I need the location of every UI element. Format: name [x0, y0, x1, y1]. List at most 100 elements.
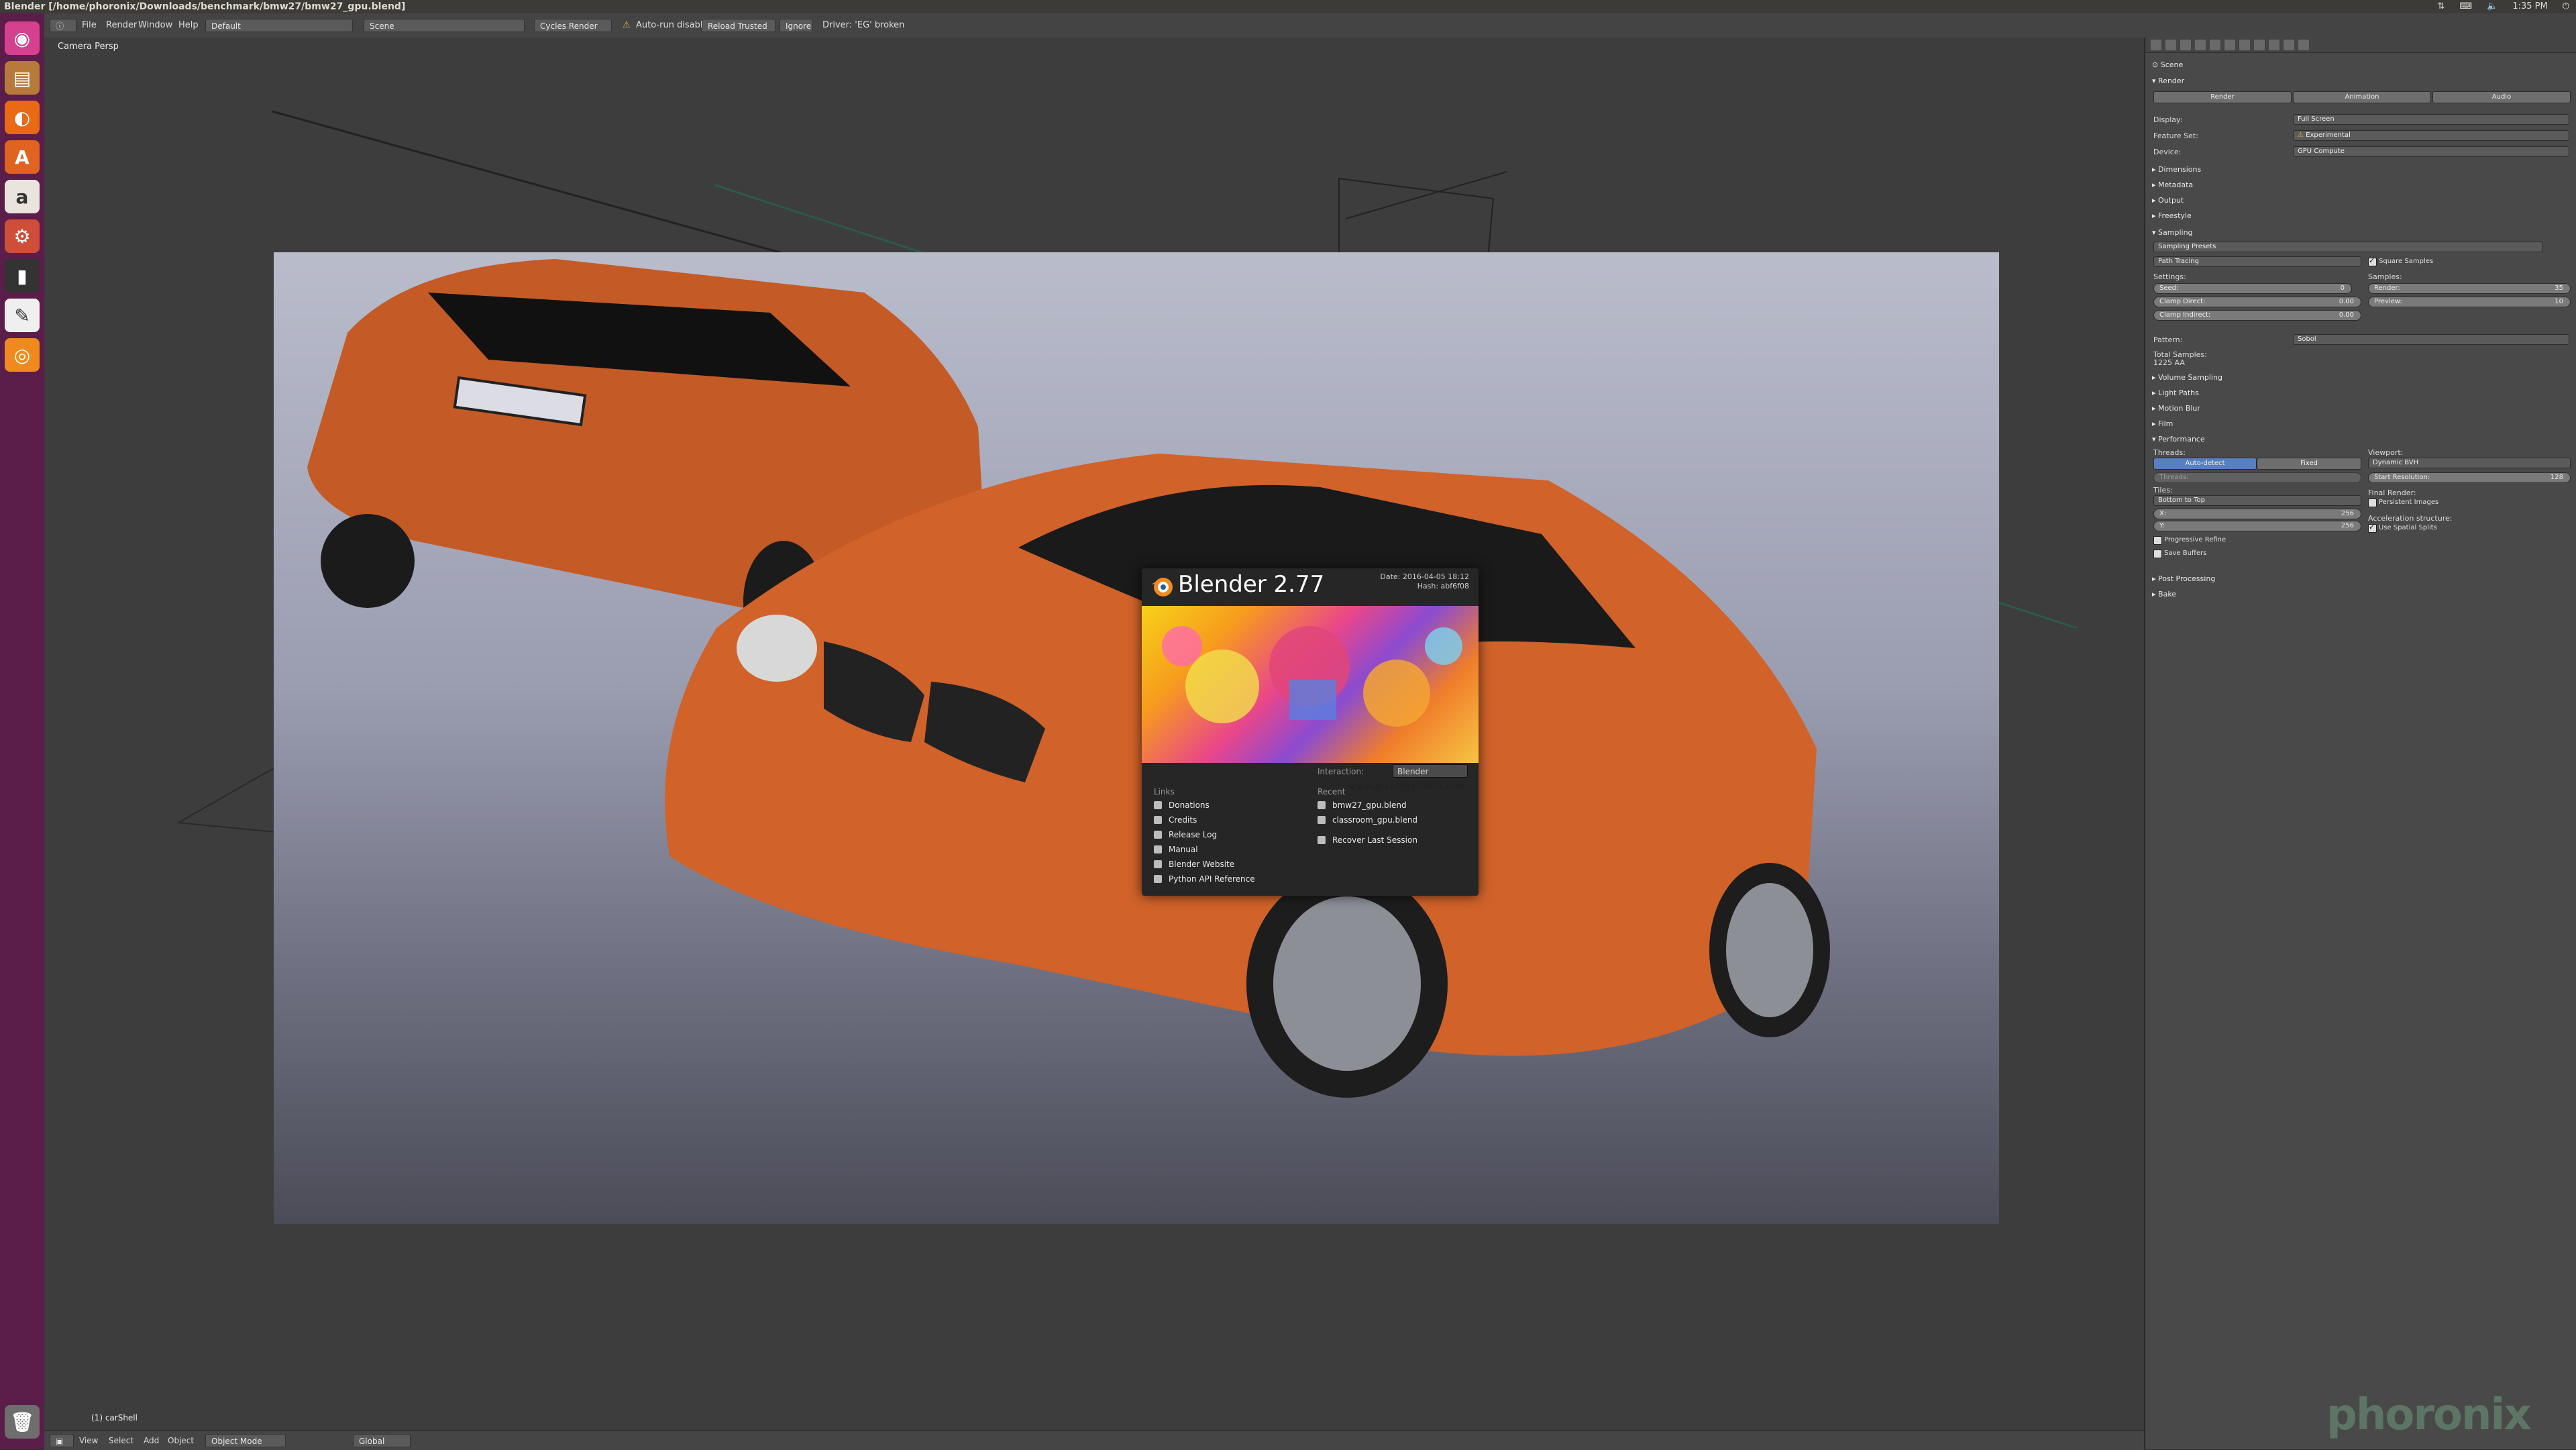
- volume-icon[interactable]: 🔈: [2487, 0, 2498, 13]
- render-engine-select[interactable]: Cycles Render: [534, 19, 612, 32]
- seed-field[interactable]: Seed: 0: [2153, 283, 2352, 294]
- feature-set-select[interactable]: ⚠ Experimental: [2293, 130, 2569, 141]
- tile-x-field[interactable]: X: 256: [2153, 509, 2361, 519]
- editor-type-button[interactable]: ⓘ: [50, 19, 76, 32]
- 3d-viewport[interactable]: Camera Persp (1) carShell: [44, 38, 2144, 1431]
- dash-icon[interactable]: ◉: [5, 21, 40, 55]
- object-tab-icon[interactable]: [2210, 40, 2220, 50]
- layers-tab-icon[interactable]: [2165, 40, 2176, 50]
- software-center-icon[interactable]: A: [5, 140, 40, 174]
- link-credits[interactable]: Credits: [1154, 814, 1197, 826]
- threads-auto-detect-button[interactable]: Auto-detect: [2153, 458, 2257, 470]
- link-donations[interactable]: Donations: [1154, 799, 1210, 811]
- render-tab-icon[interactable]: [2151, 40, 2161, 50]
- interaction-select[interactable]: Blender: [1393, 764, 1468, 778]
- menu-add[interactable]: Add: [144, 1431, 159, 1450]
- pattern-select[interactable]: Sobol: [2293, 334, 2569, 345]
- menu-help[interactable]: Help: [178, 13, 199, 38]
- save-buffers-checkbox[interactable]: Save Buffers: [2153, 549, 2206, 558]
- sampling-presets-value: Sampling Presets: [2158, 243, 2216, 250]
- link-blender-website[interactable]: Blender Website: [1154, 858, 1234, 870]
- link-python-api[interactable]: Python API Reference: [1154, 873, 1255, 885]
- scene-field[interactable]: Scene: [364, 19, 525, 32]
- audio-button[interactable]: Audio: [2432, 91, 2571, 103]
- clamp-indirect-field[interactable]: Clamp Indirect: 0.00: [2153, 310, 2361, 321]
- blender-icon[interactable]: ◎: [5, 338, 40, 372]
- files-icon[interactable]: ▤: [5, 61, 40, 95]
- network-icon[interactable]: ⇅: [2437, 0, 2445, 13]
- section-light-paths[interactable]: ▸ Light Paths: [2152, 389, 2199, 397]
- animation-button[interactable]: Animation: [2293, 91, 2431, 103]
- splash-art-shapes: [1162, 626, 1462, 727]
- device-select[interactable]: GPU Compute: [2293, 146, 2569, 157]
- trash-icon[interactable]: 🗑: [5, 1405, 40, 1439]
- reload-trusted-button[interactable]: Reload Trusted: [702, 19, 775, 32]
- recent-file[interactable]: bmw27_gpu.blend: [1318, 799, 1407, 811]
- section-post-processing[interactable]: ▸ Post Processing: [2152, 574, 2215, 583]
- link-release-log[interactable]: Release Log: [1154, 829, 1217, 841]
- section-dimensions[interactable]: ▸ Dimensions: [2152, 165, 2201, 174]
- integrator-select[interactable]: Path Tracing: [2153, 256, 2361, 267]
- section-freestyle[interactable]: ▸ Freestyle: [2152, 211, 2192, 220]
- use-spatial-splits-checkbox[interactable]: Use Spatial Splits: [2368, 523, 2437, 533]
- tile-y-field[interactable]: Y: 256: [2153, 521, 2361, 531]
- threads-fixed-button[interactable]: Fixed: [2257, 458, 2361, 470]
- render-samples-field[interactable]: Render: 35: [2368, 283, 2571, 294]
- world-tab-icon[interactable]: [2195, 40, 2206, 50]
- recover-last-session[interactable]: Recover Last Session: [1318, 834, 1417, 846]
- physics-tab-icon[interactable]: [2298, 40, 2309, 50]
- section-sampling[interactable]: ▾ Sampling: [2152, 228, 2193, 237]
- section-render[interactable]: ▾ Render: [2152, 76, 2184, 85]
- display-select[interactable]: Full Screen: [2293, 114, 2569, 125]
- splash-screen[interactable]: Blender 2.77 Date: 2016-04-05 18:12 Hash…: [1142, 568, 1479, 896]
- progressive-refine-checkbox[interactable]: Progressive Refine: [2153, 535, 2226, 545]
- clamp-direct-field[interactable]: Clamp Direct: 0.00: [2153, 297, 2361, 307]
- section-output[interactable]: ▸ Output: [2152, 196, 2184, 205]
- text-editor-icon[interactable]: ✎: [5, 299, 40, 332]
- render-button[interactable]: Render: [2153, 91, 2292, 103]
- recent-file[interactable]: classroom_gpu.blend: [1318, 814, 1417, 826]
- menu-window[interactable]: Window: [138, 13, 172, 38]
- section-performance[interactable]: ▾ Performance: [2152, 435, 2205, 444]
- particles-tab-icon[interactable]: [2284, 40, 2294, 50]
- modifiers-tab-icon[interactable]: [2224, 40, 2235, 50]
- section-bake[interactable]: ▸ Bake: [2152, 590, 2176, 599]
- link-manual[interactable]: Manual: [1154, 843, 1198, 856]
- firefox-icon-glyph: ◐: [13, 106, 31, 129]
- keyboard-icon[interactable]: ⌨: [2459, 0, 2472, 13]
- terminal-icon[interactable]: ▮: [5, 259, 40, 293]
- screen-layout-field[interactable]: Default: [205, 19, 353, 32]
- menu-object[interactable]: Object: [168, 1431, 194, 1450]
- viewport-bvh-select[interactable]: Dynamic BVH: [2368, 458, 2571, 468]
- menu-file[interactable]: File: [82, 13, 97, 38]
- watermark: phoronix: [2326, 1390, 2532, 1440]
- clock[interactable]: 1:35 PM: [2512, 0, 2547, 13]
- mode-select[interactable]: Object Mode: [205, 1434, 286, 1447]
- section-motion-blur[interactable]: ▸ Motion Blur: [2152, 404, 2200, 413]
- orientation-select[interactable]: Global: [353, 1434, 411, 1447]
- menu-view[interactable]: View: [79, 1431, 98, 1450]
- amazon-icon[interactable]: a: [5, 180, 40, 213]
- settings-icon[interactable]: ⚙: [5, 219, 40, 253]
- menu-render[interactable]: Render: [106, 13, 137, 38]
- editor-type-button[interactable]: ▣: [50, 1434, 74, 1447]
- square-samples-checkbox[interactable]: Square Samples: [2368, 256, 2433, 266]
- texture-tab-icon[interactable]: [2269, 40, 2279, 50]
- persistent-images-checkbox[interactable]: Persistent Images: [2368, 498, 2438, 507]
- tile-order-select[interactable]: Bottom to Top: [2153, 495, 2361, 506]
- data-tab-icon[interactable]: [2239, 40, 2250, 50]
- scene-tab-icon[interactable]: [2180, 40, 2191, 50]
- ignore-button[interactable]: Ignore: [780, 19, 813, 32]
- section-film[interactable]: ▸ Film: [2152, 419, 2173, 428]
- menu-select[interactable]: Select: [109, 1431, 133, 1450]
- material-tab-icon[interactable]: [2254, 40, 2265, 50]
- firefox-icon[interactable]: ◐: [5, 101, 40, 134]
- threads-count-field[interactable]: Threads:: [2153, 472, 2361, 483]
- section-metadata[interactable]: ▸ Metadata: [2152, 180, 2193, 189]
- preview-samples-field[interactable]: Preview: 10: [2368, 297, 2571, 307]
- power-icon[interactable]: ⏻: [2563, 0, 2569, 13]
- sampling-presets-select[interactable]: Sampling Presets: [2153, 242, 2542, 252]
- splash-art-credit[interactable]: www.pixeldastudio.com: [1348, 782, 1465, 792]
- section-volume-sampling[interactable]: ▸ Volume Sampling: [2152, 373, 2222, 382]
- start-resolution-field[interactable]: Start Resolution: 128: [2368, 472, 2571, 483]
